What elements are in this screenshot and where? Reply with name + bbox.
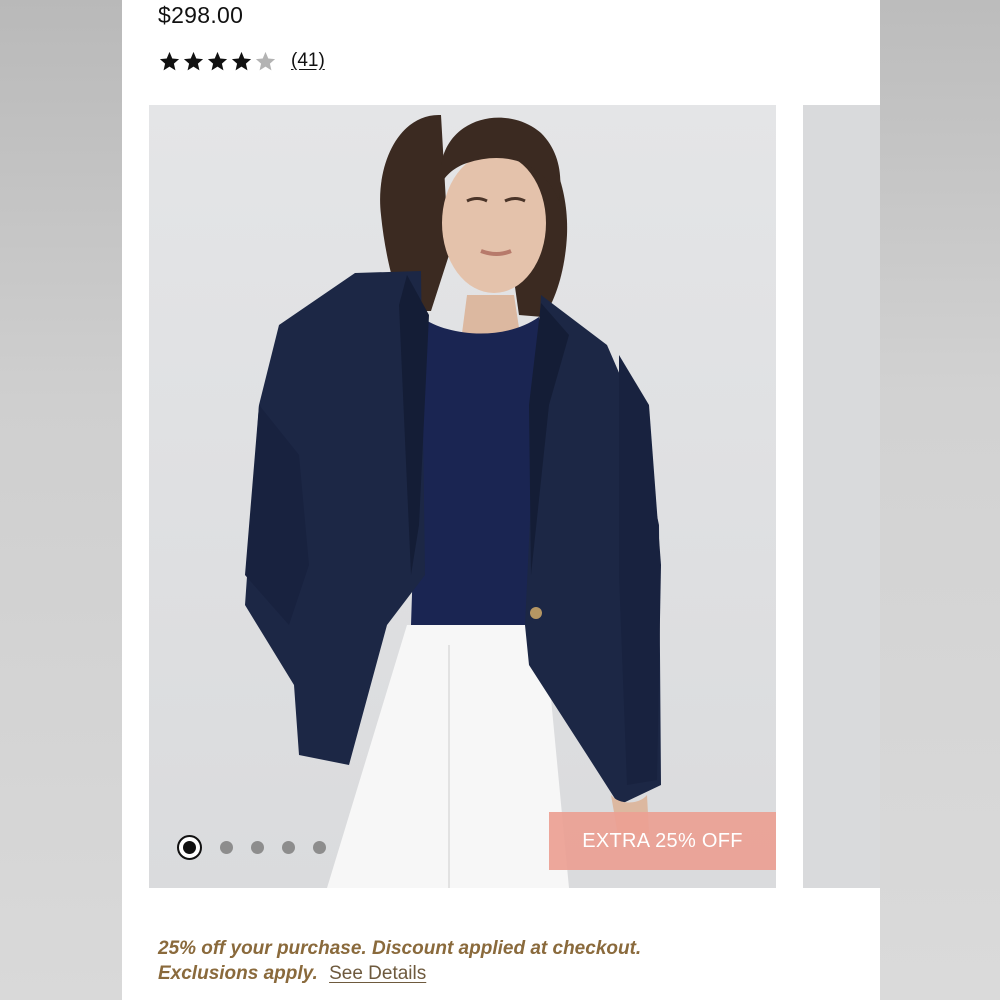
- carousel-dot-4[interactable]: [282, 841, 295, 854]
- star-filled-icon: [207, 51, 228, 70]
- product-rating[interactable]: (41): [158, 46, 325, 76]
- carousel-dot-3[interactable]: [251, 841, 264, 854]
- background-left: [0, 0, 122, 1000]
- promo-text-line1: 25% off your purchase. Discount applied …: [158, 938, 642, 959]
- review-count-link[interactable]: (41): [291, 50, 325, 72]
- product-photo: [245, 114, 661, 888]
- star-filled-icon: [183, 51, 204, 70]
- carousel-dot-5[interactable]: [313, 841, 326, 854]
- see-details-link[interactable]: See Details: [329, 963, 426, 984]
- product-price: $298.00: [158, 2, 244, 28]
- carousel-dot-2[interactable]: [220, 841, 233, 854]
- carousel-dot-1[interactable]: [177, 835, 202, 860]
- star-filled-icon: [159, 51, 180, 70]
- discount-badge: EXTRA 25% OFF: [549, 812, 776, 870]
- star-filled-icon: [231, 51, 252, 70]
- promo-message: 25% off your purchase. Discount applied …: [158, 936, 858, 986]
- background-right: [880, 0, 1000, 1000]
- product-image-carousel[interactable]: EXTRA 25% OFF: [149, 105, 776, 888]
- rating-stars: [158, 50, 277, 73]
- star-empty-icon: [255, 51, 276, 70]
- carousel-pagination: [177, 835, 326, 860]
- next-slide-preview[interactable]: [803, 105, 880, 888]
- promo-text-line2: Exclusions apply.: [158, 963, 318, 984]
- product-page: $298.00 (41) EXTRA 25% OFF 25% off your …: [122, 0, 880, 1000]
